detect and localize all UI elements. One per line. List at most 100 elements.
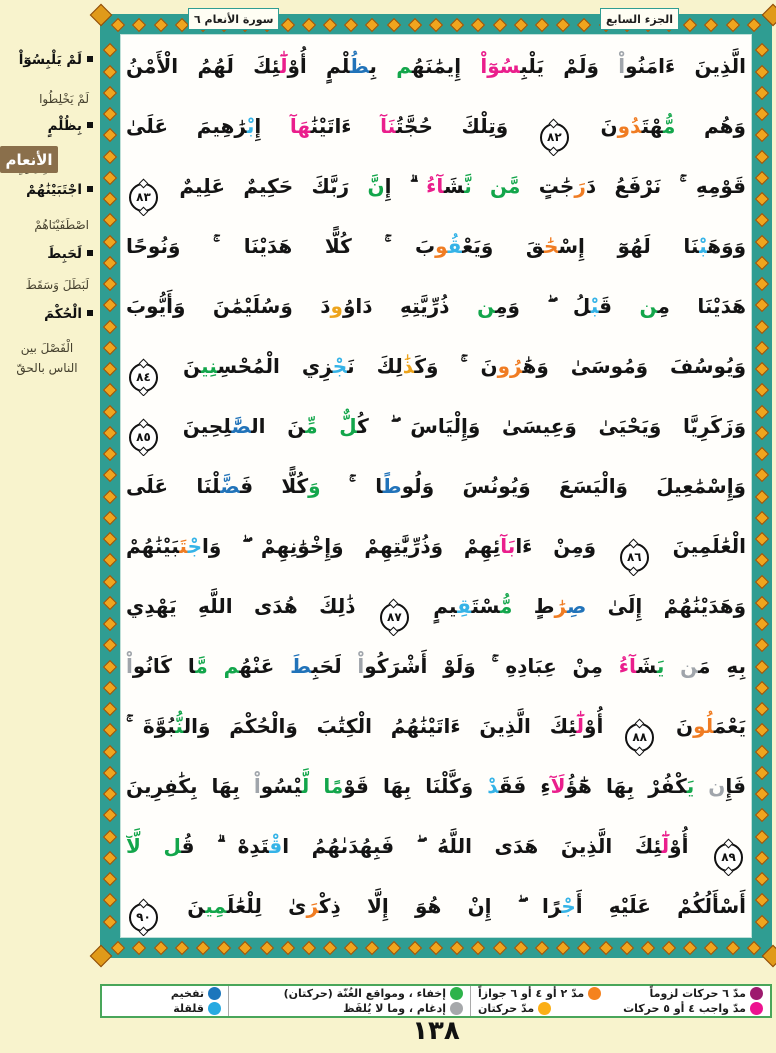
border-ornament-diamond <box>755 659 769 673</box>
border-ornament-diamond <box>726 17 740 31</box>
tajweed-segment: نِي <box>201 354 217 378</box>
tajweed-segment: اْ <box>254 774 261 798</box>
tajweed-segment: جْ <box>188 534 202 558</box>
legend-label: إخفاء ، ومواقع الغُنّة (حركتان) <box>284 987 446 1000</box>
border-ornament-diamond <box>755 808 769 822</box>
tajweed-segment: صِ <box>567 594 586 618</box>
tajweed-segment: لُو <box>693 714 714 738</box>
legend-label: مدّ حركتان <box>478 1002 534 1015</box>
border-ornament-diamond <box>747 940 761 954</box>
legend-color-dot <box>588 987 601 1000</box>
tajweed-segment: نَ <box>161 894 205 918</box>
border-ornament-diamond <box>103 638 117 652</box>
border-ornament-diamond <box>103 681 117 695</box>
border-ornament-diamond <box>132 17 146 31</box>
tajweed-segment: أُوْ <box>669 834 711 858</box>
tajweed-segment: لْنَا عَلَى <box>126 474 220 498</box>
tajweed-segment: صَّ <box>231 414 251 438</box>
tajweed-segment: حَٰ <box>544 234 558 258</box>
border-ornament-diamond <box>755 234 769 248</box>
tajweed-segment: تَ <box>179 534 187 558</box>
border-ornament-diamond <box>103 723 117 737</box>
tajweed-segment: لَٰٓ <box>577 714 585 738</box>
border-ornament-diamond <box>344 940 358 954</box>
border-ornament-diamond <box>103 553 117 567</box>
border-ornament-diamond <box>103 468 117 482</box>
border-ornament-diamond <box>755 574 769 588</box>
border-ornament-diamond <box>755 596 769 610</box>
surah-header-badge: سورة الأنعام ٦ <box>188 8 279 30</box>
tajweed-segment: هَدَيْنَا مِ <box>658 294 746 318</box>
border-ornament-diamond <box>103 617 117 631</box>
border-ornament-diamond <box>755 426 769 440</box>
border-ornament-diamond <box>755 872 769 886</box>
border-ornament-diamond <box>535 940 549 954</box>
border-ornament-diamond <box>103 489 117 503</box>
border-ornament-diamond <box>103 298 117 312</box>
tajweed-segment: لَٰٓ <box>662 834 670 858</box>
verse-number-medallion: ٨٩ <box>714 843 743 872</box>
border-ornament-diamond <box>103 851 117 865</box>
legend-item: قلقلة <box>173 1002 221 1015</box>
tajweed-segment: ل لَّ <box>126 834 181 858</box>
legend-cell: قلقلة <box>102 1001 228 1016</box>
square-bullet-icon <box>87 250 93 256</box>
border-ornament-diamond <box>103 893 117 907</box>
border-ornament-diamond <box>387 17 401 31</box>
tajweed-segment: ىٰ لِلْعَٰلَ <box>227 894 307 918</box>
tajweed-segment: نَ <box>657 714 693 738</box>
tajweed-segment: دْ <box>487 774 499 798</box>
legend-label: مدّ واجب ٤ أو ٥ حركات <box>623 1002 746 1015</box>
border-ornament-diamond <box>103 426 117 440</box>
tajweed-segment: و <box>435 234 448 258</box>
tajweed-segment: زِي الْمُحْسِ <box>217 354 332 378</box>
tajweed-segment: وَهُم <box>675 114 746 138</box>
mushaf-page: سورة الأنعام ٦ الجزء السابع لَمْ يَلْبِس… <box>0 0 776 1053</box>
border-ornament-diamond <box>755 553 769 567</box>
surah-name-tab: الأنعام <box>0 146 58 173</box>
frame-ornament-bottom <box>102 939 770 956</box>
tajweed-segment: لٌّ مِّ <box>305 414 357 438</box>
border-ornament-diamond <box>755 86 769 100</box>
tajweed-segment: عَنْهُ <box>239 654 290 678</box>
quran-line: الَّذِينَ ءَامَنُواْ وَلَمْ يَلْبِسُوٓاْ… <box>126 36 746 96</box>
tajweed-segment: دَ وَسُلَيْمَٰنَ وَأَيُّوبَ <box>126 294 331 318</box>
border-ornament-diamond <box>492 940 506 954</box>
border-ornament-diamond <box>620 940 634 954</box>
tajweed-segment: بَيْنَٰهُمْ <box>126 534 179 558</box>
legend-item: إدغام ، وما لا يُلفَظ <box>343 1002 463 1015</box>
border-ornament-diamond <box>103 383 117 397</box>
border-ornament-diamond <box>103 659 117 673</box>
tajweed-segment: نَ ال <box>251 414 305 438</box>
border-ornament-diamond <box>535 17 549 31</box>
quran-line: وَهَدَيْنَٰهُمْ إِلَىٰ صِرَٰطٍ مُّسْتَقِ… <box>126 576 746 636</box>
tajweed-segment: ءِ فَقَ <box>499 774 551 798</box>
tajweed-segment: شَ <box>444 174 464 198</box>
legend-color-dot <box>750 1002 763 1015</box>
border-ornament-diamond <box>755 107 769 121</box>
tajweed-segment: بِهِ مَ <box>698 654 746 678</box>
tajweed-segment: كْفُرْ بِهَا هَٰٓؤُ <box>565 774 686 798</box>
quran-line: وَهُم مُّهْتَدُونَ ٨٢ وَتِلْكَ حُجَّتُنَ… <box>126 96 746 156</box>
border-ornament-diamond <box>429 940 443 954</box>
border-ornament-diamond <box>111 17 125 31</box>
quran-line: هَدَيْنَا مِن قَبْلُ ۖ وَمِن ذُرِّيَّتِه… <box>126 276 746 336</box>
tajweed-segment: بَ ۚ كُلًّا هَدَيْنَا ۚ وَنُوحًا <box>126 234 435 258</box>
border-ornament-diamond <box>662 940 676 954</box>
verse-number-medallion: ٨٦ <box>620 543 649 572</box>
border-ornament-diamond <box>153 17 167 31</box>
frame-ornament-right <box>753 34 771 938</box>
border-ornament-diamond <box>196 940 210 954</box>
border-ornament-diamond <box>755 404 769 418</box>
border-ornament-diamond <box>755 128 769 142</box>
margin-note-word: الْحُكْمَ <box>44 306 93 322</box>
border-ornament-diamond <box>365 940 379 954</box>
border-ornament-diamond <box>302 17 316 31</box>
border-ornament-diamond <box>365 17 379 31</box>
border-ornament-diamond <box>755 468 769 482</box>
border-ornament-diamond <box>755 893 769 907</box>
tajweed-segment: طَ <box>290 654 311 678</box>
border-ornament-diamond <box>103 319 117 333</box>
border-ornament-diamond <box>755 171 769 185</box>
tajweed-segment: رَٰهِيمَ عَلَىٰ <box>126 114 247 138</box>
